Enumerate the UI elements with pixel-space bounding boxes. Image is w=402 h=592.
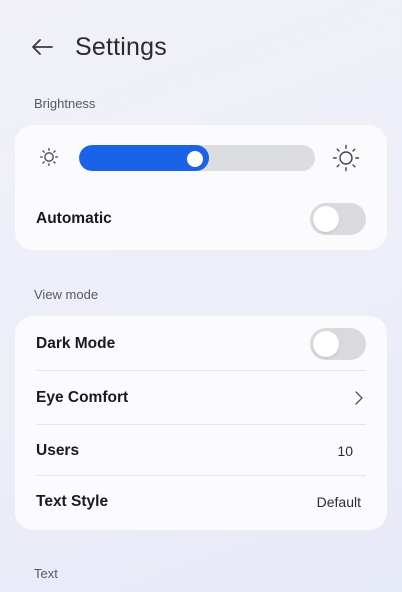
eye-comfort-row[interactable]: Eye Comfort <box>15 371 387 425</box>
sun-small-icon <box>39 147 59 167</box>
dark-mode-toggle[interactable] <box>310 327 366 360</box>
automatic-toggle[interactable] <box>310 203 366 235</box>
brightness-slider[interactable] <box>79 145 315 171</box>
brightness-slider-thumb[interactable] <box>187 151 203 167</box>
users-value: 10 <box>337 442 353 459</box>
section-label-text: Text <box>34 566 58 581</box>
text-style-row[interactable]: Text Style Default <box>15 476 387 528</box>
view-mode-card: Dark Mode Eye Comfort Users 10 Text Styl… <box>15 316 387 530</box>
arrow-left-icon <box>32 39 53 55</box>
brightness-card: Automatic <box>15 125 387 250</box>
header: Settings <box>30 30 167 64</box>
page-title: Settings <box>75 32 167 61</box>
users-label: Users <box>36 441 80 459</box>
automatic-brightness-row[interactable]: Automatic <box>15 191 387 247</box>
chevron-right-icon <box>352 389 366 407</box>
text-style-value: Default <box>316 494 361 510</box>
automatic-label: Automatic <box>36 210 112 227</box>
users-row[interactable]: Users 10 <box>15 425 387 476</box>
section-label-brightness: Brightness <box>34 96 96 111</box>
toggle-knob <box>313 206 339 232</box>
back-button[interactable] <box>30 32 60 62</box>
brightness-slider-row <box>15 125 387 191</box>
dark-mode-row[interactable]: Dark Mode <box>15 316 387 371</box>
sun-large-icon <box>332 144 360 172</box>
eye-comfort-label: Eye Comfort <box>36 389 129 406</box>
text-style-label: Text Style <box>36 493 109 510</box>
toggle-knob <box>313 330 339 357</box>
dark-mode-label: Dark Mode <box>36 334 116 352</box>
section-label-view-mode: View mode <box>34 287 99 302</box>
